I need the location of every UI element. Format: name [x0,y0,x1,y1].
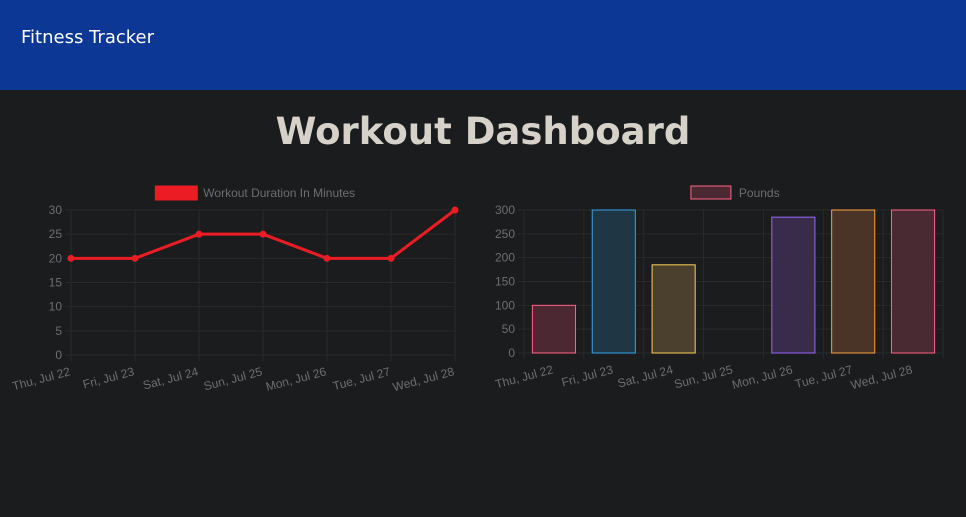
x-tick-label: Wed, Jul 28 [849,362,914,392]
data-point [451,206,459,214]
x-tick-label: Mon, Jul 26 [264,364,328,394]
x-tick-label: Fri, Jul 23 [81,364,136,391]
y-tick-label: 0 [508,346,515,360]
y-tick-label: 300 [495,203,515,217]
data-point [387,254,395,262]
weight-bar-chart: 300 250 200 150 100 50 0 Thu, Jul 22 Fri, Jul 23… [494,185,944,392]
y-tick-label: 30 [49,203,63,217]
data-point [195,230,203,238]
bar [771,216,816,354]
x-tick-label: Sun, Jul 25 [673,362,735,391]
x-tick-label: Sat, Jul 24 [141,364,200,392]
bar [651,264,696,354]
x-tick-label: Wed, Jul 28 [391,364,456,394]
data-point [323,254,331,262]
y-tick-label: 0 [55,348,62,362]
legend-label: Pounds [739,186,780,200]
y-tick-label: 250 [495,227,515,241]
x-tick-label: Fri, Jul 23 [560,362,615,389]
data-point [259,230,267,238]
data-point [67,254,75,262]
x-tick-label: Thu, Jul 22 [11,364,72,393]
y-tick-label: 50 [502,322,516,336]
x-tick-label: Sun, Jul 25 [202,364,264,393]
y-tick-label: 200 [495,251,515,265]
x-tick-label: Mon, Jul 26 [731,362,795,392]
x-tick-label: Thu, Jul 22 [494,362,555,391]
y-tick-label: 10 [49,300,63,314]
legend-swatch [154,185,198,201]
y-tick-label: 5 [55,324,62,338]
y-tick-label: 20 [49,251,63,265]
y-tick-label: 100 [495,298,515,312]
bar [531,304,576,354]
y-tick-label: 15 [49,276,63,290]
y-tick-label: 150 [495,275,515,289]
x-tick-label: Tue, Jul 27 [331,364,392,393]
data-point [131,254,139,262]
charts-area: 302520151050Thu, Jul 22 Fri, Jul 23 Sat, J… [11,185,944,394]
x-tick-label: Sat, Jul 24 [616,362,675,390]
y-tick-label: 25 [49,227,63,241]
duration-line-chart: 30 25 20 15 10 5 0 Thu, Jul 22 Fri, Jul 23 Sat, J… [11,185,459,394]
legend-swatch [690,185,732,200]
bar [591,209,636,354]
bar [891,209,936,354]
bar [831,209,876,354]
legend-label: Workout Duration In Minutes [203,186,355,200]
x-tick-label: Tue, Jul 27 [793,362,854,391]
